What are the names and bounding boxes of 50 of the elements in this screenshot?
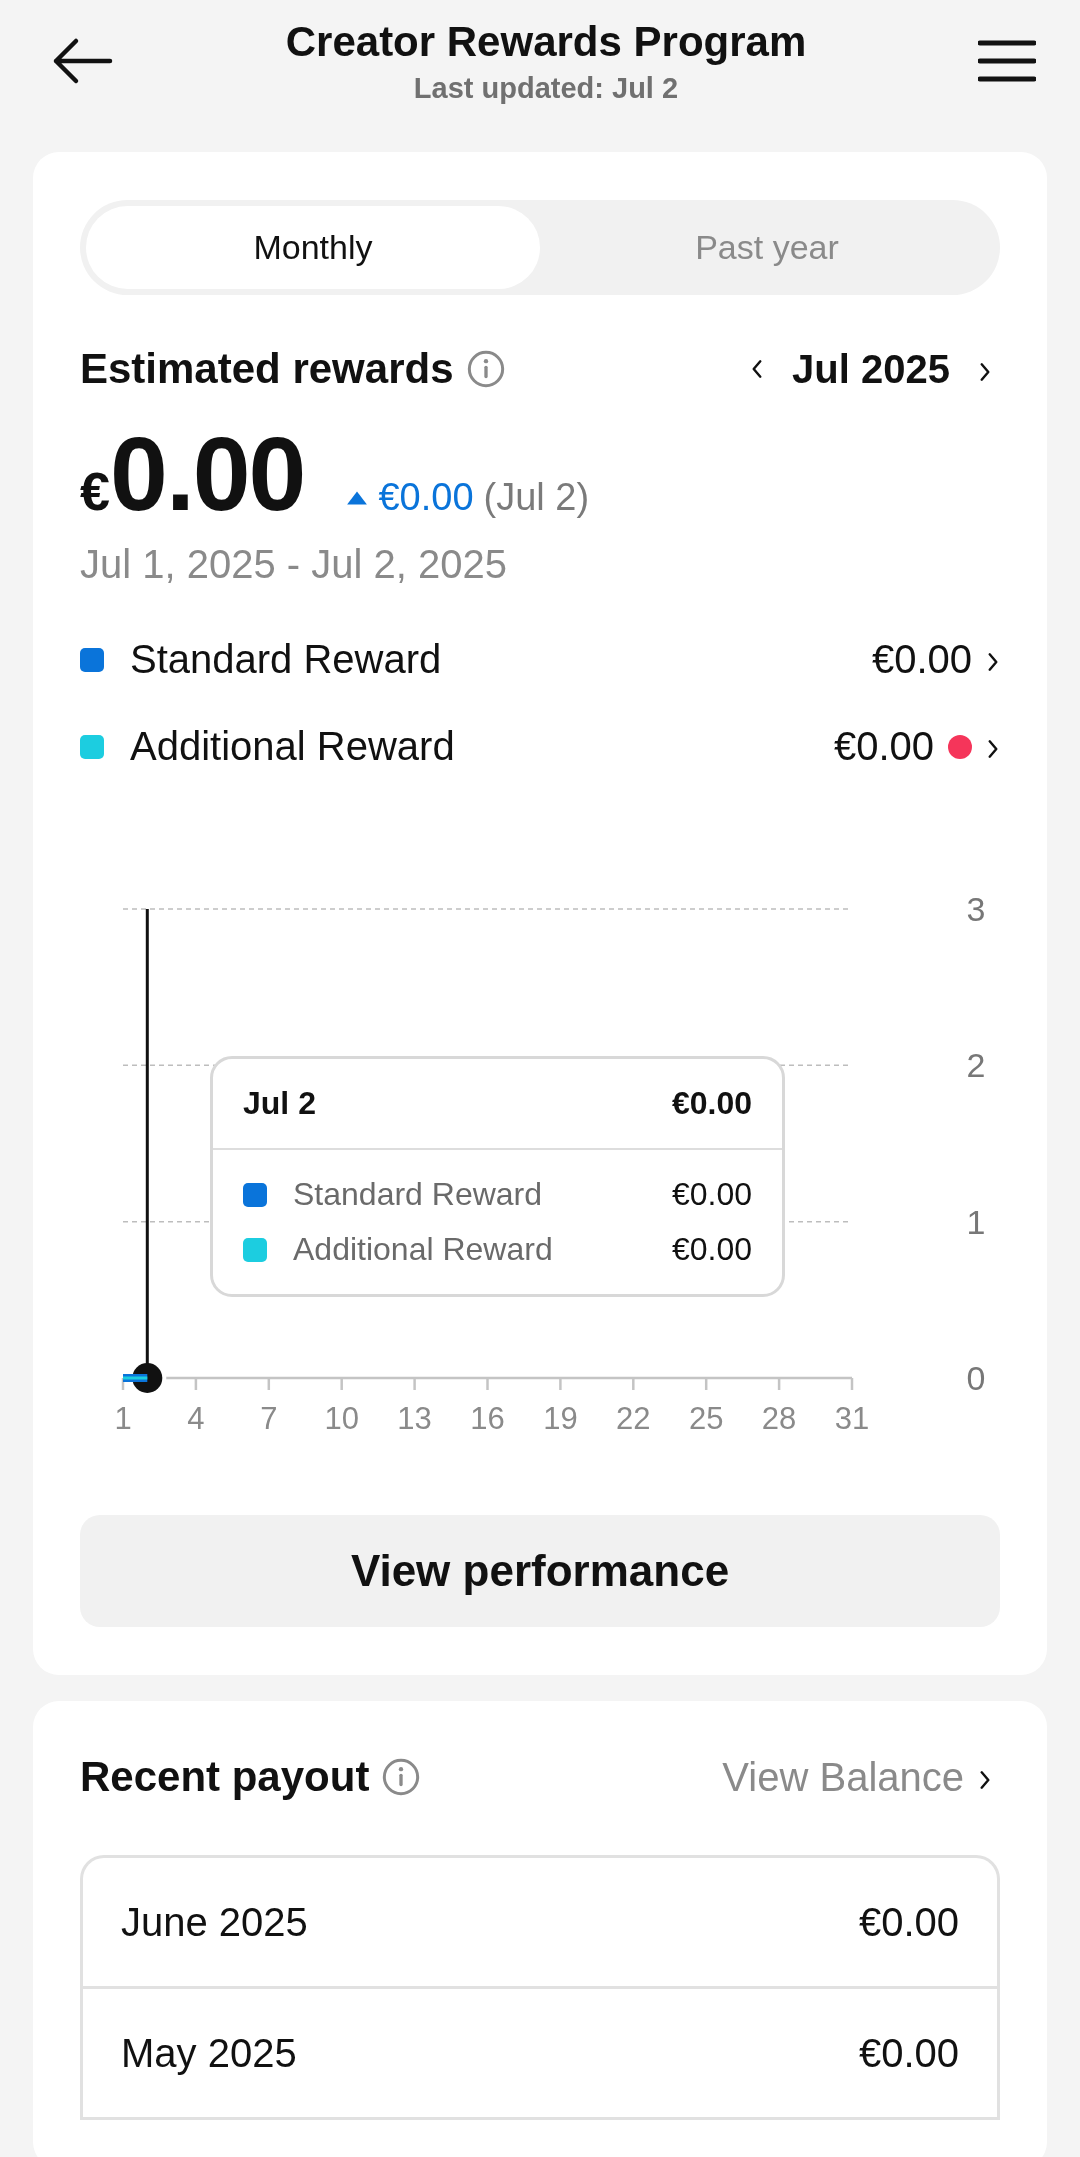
date-range: Jul 1, 2025 - Jul 2, 2025 [80, 542, 508, 587]
reward-amount: €0.00 [833, 724, 934, 769]
chevron-icon[interactable] [986, 651, 1000, 673]
payout-amount: €0.00 [858, 2030, 959, 2076]
axis-label: 19 [543, 1401, 578, 1436]
info-icon[interactable] [381, 1757, 422, 1797]
reward-label: Standard Reward [130, 637, 443, 682]
month-label: Jul 2025 [792, 346, 950, 392]
section-title: Estimated rewards [80, 345, 454, 393]
view-performance-button[interactable]: View performance [80, 1515, 1000, 1627]
menu-icon[interactable] [978, 39, 1036, 83]
up-triangle-icon [346, 489, 369, 506]
series-value: €0.00 [671, 1231, 752, 1268]
reward-label: Additional Reward [130, 724, 456, 769]
series-label: Additional Reward [293, 1231, 554, 1268]
axis-label: 10 [324, 1401, 359, 1436]
section-title: Recent payout [80, 1753, 370, 1801]
axis-label: 4 [187, 1401, 205, 1436]
last-updated: Last updated: Jul 2 [413, 71, 679, 105]
series-value: €0.00 [671, 1176, 752, 1213]
payout-month: June 2025 [121, 1899, 308, 1945]
currency-symbol: € [80, 460, 111, 522]
hover-cursor[interactable] [132, 909, 163, 1393]
axis-label: 25 [688, 1401, 724, 1436]
page-title: Creator Rewards Program [285, 17, 807, 66]
total-amount: 0.00 [110, 415, 305, 534]
axis-label: 31 [834, 1401, 870, 1436]
axis-label: 28 [761, 1401, 797, 1436]
tooltip-date: Jul 2 [243, 1085, 316, 1122]
info-icon[interactable] [465, 349, 506, 389]
axis-label: 22 [616, 1401, 651, 1436]
axis-label: 1 [114, 1401, 132, 1436]
tab[interactable]: Monthly [86, 206, 540, 289]
axis-label: 1 [966, 1202, 986, 1241]
change-amount: €0.00 [378, 476, 474, 519]
reward-amount: €0.00 [871, 637, 972, 682]
axis-label: 3 [966, 890, 986, 928]
axis-label: 2 [966, 1046, 986, 1085]
payout-month: May 2025 [121, 2030, 297, 2076]
chevron-icon[interactable] [978, 1768, 992, 1791]
axis-label: 0 [966, 1359, 986, 1397]
axis-label: 7 [260, 1401, 278, 1436]
payout-amount: €0.00 [858, 1899, 959, 1945]
axis-label: 13 [397, 1401, 432, 1436]
tooltip-total: €0.00 [671, 1085, 752, 1122]
series-label: Standard Reward [293, 1176, 544, 1213]
next-icon[interactable] [978, 360, 992, 383]
change-date: (Jul 2) [483, 476, 590, 519]
chevron-icon[interactable] [986, 738, 1000, 760]
axis-label: 16 [470, 1401, 505, 1436]
